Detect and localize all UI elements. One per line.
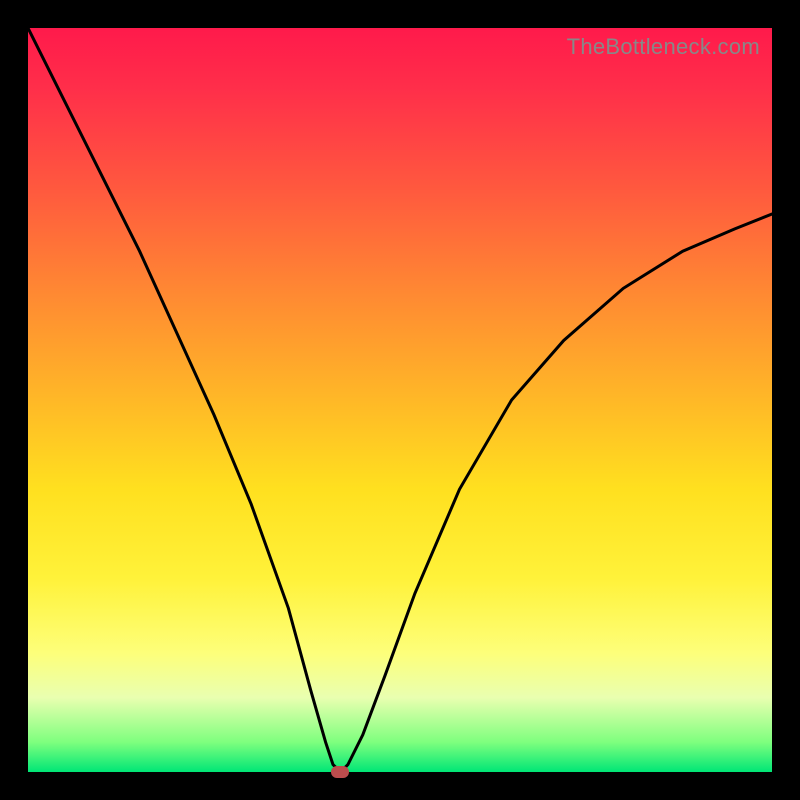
optimal-marker (331, 766, 349, 778)
bottleneck-curve (28, 28, 772, 772)
chart-frame: TheBottleneck.com (0, 0, 800, 800)
plot-area: TheBottleneck.com (28, 28, 772, 772)
curve-path (28, 28, 772, 772)
